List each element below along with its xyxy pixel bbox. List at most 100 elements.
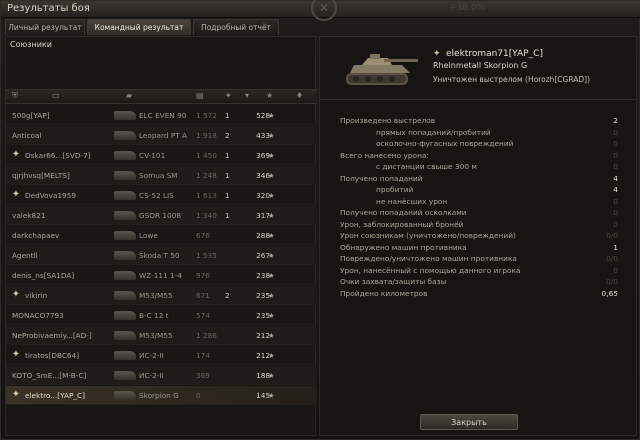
table-row[interactable]: 500g[YAP] ELC EVEN 90 1 572 1 528 ★ xyxy=(6,106,317,125)
stat-value: 1 xyxy=(613,242,618,252)
tab-detailed-report[interactable]: Подробный отчёт xyxy=(193,19,279,35)
star-icon: ★ xyxy=(268,311,275,320)
xp-value: 235 xyxy=(256,311,270,320)
xp-sort-icon[interactable]: ▾ xyxy=(245,91,249,100)
team-heading: Союзники xyxy=(10,40,52,49)
player-name: vikirin xyxy=(25,291,48,300)
stat-row: Очки захвата/защиты базы 0/0 xyxy=(340,277,618,288)
frags-value: 1 xyxy=(225,191,230,200)
squad-sort-icon[interactable]: ⛨ xyxy=(12,91,18,101)
damage-value: 1 535 xyxy=(196,251,217,260)
title-bar: Результаты боя ✕ +38.0% xyxy=(1,0,640,21)
damage-value: 1 450 xyxy=(196,151,217,160)
player-name: KOTO_SmE...[M-B-C] xyxy=(12,371,87,380)
star-icon: ★ xyxy=(268,271,275,280)
tank-icon xyxy=(114,251,136,260)
medal-icon: ✦ xyxy=(11,289,21,300)
xp-value: 145 xyxy=(256,391,270,400)
tank-sort-icon[interactable]: ▰ xyxy=(126,91,132,100)
battle-results-window: Результаты боя ✕ +38.0% Личный результат… xyxy=(0,0,640,440)
stat-value: 0,65 xyxy=(601,288,618,298)
damage-value: 1 286 xyxy=(196,331,217,340)
close-button[interactable]: Закрыть xyxy=(420,414,518,430)
tab-team-result[interactable]: Командный результат xyxy=(87,19,191,35)
tank-icon xyxy=(114,351,136,360)
stat-label: Повреждено/уничтожено машин противника xyxy=(340,254,517,263)
stat-label: Всего нанесено урона: xyxy=(340,150,429,160)
frags-value: 1 xyxy=(225,151,230,160)
player-detail-panel: ✦ elektroman71[YAP_C] Rheinmetall Skorpi… xyxy=(319,36,638,436)
damage-value: 1 572 xyxy=(196,111,217,120)
table-row[interactable]: ✦ DedVova1959 CS-52 LIS 1 613 1 320 ★ xyxy=(6,186,317,205)
medal-icon: ✦ xyxy=(11,349,21,360)
table-row[interactable]: darkchapaev Lowe 676 288 ★ xyxy=(6,226,317,245)
frags-sort-icon[interactable]: ✦ xyxy=(225,91,232,100)
xp-value: 212 xyxy=(256,331,270,340)
tank-name: M53/M55 xyxy=(139,331,173,340)
stat-label: пробитий xyxy=(376,185,414,194)
tank-name: ELC EVEN 90 xyxy=(139,111,187,120)
table-row[interactable]: ✦ vikirin M53/M55 671 2 235 ★ xyxy=(6,286,317,305)
table-row[interactable]: ✦ Oskar66...[SVD-7] CV-101 1 450 1 369 ★ xyxy=(6,146,317,165)
frags-value: 1 xyxy=(225,171,230,180)
damage-sort-icon[interactable]: ▤ xyxy=(196,91,204,100)
tank-name: M53/M55 xyxy=(139,291,173,300)
tank-icon xyxy=(114,331,136,340)
player-name: MONACO7793 xyxy=(12,311,64,320)
table-row[interactable]: qjrjhvsq[MELTS] Somua SM 1 248 1 346 ★ xyxy=(6,166,317,185)
table-row[interactable]: denis_ns[SA1DA] WZ-111 1-4 976 238 ★ xyxy=(6,266,317,285)
table-row[interactable]: valek821 GSOR 1008 1 340 1 317 ★ xyxy=(6,206,317,225)
star-icon: ★ xyxy=(268,391,275,400)
stat-row: осколочно-фугасных повреждений 0 xyxy=(340,139,618,150)
player-name: tiratos[DBC64] xyxy=(25,351,80,360)
tab-personal-result[interactable]: Личный результат xyxy=(5,19,85,35)
stat-row: с дистанции свыше 300 м 0 xyxy=(340,162,618,173)
player-name: NeProbivaemiy...[AD-] xyxy=(12,331,92,340)
star-icon: ★ xyxy=(268,131,275,140)
stat-row: Урон, заблокированный бронёй 0 xyxy=(340,220,618,231)
star-icon: ★ xyxy=(268,291,275,300)
table-row[interactable]: ✦ elektro...[YAP_C] Skorpion G 0 145 ★ xyxy=(6,386,317,405)
stat-row: Получено попаданий осколками 0 xyxy=(340,208,618,219)
stat-label: Урон, нанесённый с помощью данного игрок… xyxy=(340,265,521,275)
stat-row: Пройдено километров 0,65 xyxy=(340,289,618,300)
table-row[interactable]: KOTO_SmE...[M-B-C] ИС-2-II 369 188 ★ xyxy=(6,366,317,385)
star-sort-icon[interactable]: ★ xyxy=(266,91,273,100)
player-name: 500g[YAP] xyxy=(12,111,50,120)
medal-icon: ✦ xyxy=(11,389,21,400)
star-icon: ★ xyxy=(268,111,275,120)
damage-value: 574 xyxy=(196,311,210,320)
stat-value: 4 xyxy=(613,185,618,194)
player-name: valek821 xyxy=(12,211,46,220)
damage-value: 1 918 xyxy=(196,131,217,140)
frags-value: 1 xyxy=(225,111,230,120)
window-close-icon[interactable]: ✕ xyxy=(311,0,337,21)
xp-value: 369 xyxy=(256,151,270,160)
star-icon: ★ xyxy=(268,251,275,260)
player-badge-icon: ✦ xyxy=(433,49,441,59)
medal-sort-icon[interactable]: ♦ xyxy=(296,91,303,100)
stat-label: с дистанции свыше 300 м xyxy=(376,162,477,171)
table-row[interactable]: Agentll Škoda T 50 1 535 267 ★ xyxy=(6,246,317,265)
table-row[interactable]: NeProbivaemiy...[AD-] M53/M55 1 286 212 ★ xyxy=(6,326,317,345)
stat-label: Получено попаданий xyxy=(340,173,423,183)
table-row[interactable]: Anticoal Leopard PT A 1 918 2 433 ★ xyxy=(6,126,317,145)
frags-value: 2 xyxy=(225,131,230,140)
tank-name: Lowe xyxy=(139,231,158,240)
xp-value: 188 xyxy=(256,371,270,380)
damage-value: 676 xyxy=(196,231,210,240)
stat-value: 2 xyxy=(613,116,618,125)
stat-label: прямых попаданий/пробитий xyxy=(376,127,491,137)
tank-icon xyxy=(114,231,136,240)
player-sort-icon[interactable]: ▭ xyxy=(52,91,60,100)
player-name: Oskar66...[SVD-7] xyxy=(25,151,91,160)
xp-value: 433 xyxy=(256,131,270,140)
star-icon: ★ xyxy=(268,371,275,380)
tank-icon xyxy=(114,211,136,220)
table-row[interactable]: ✦ tiratos[DBC64] ИС-2-II 174 212 ★ xyxy=(6,346,317,365)
player-name: denis_ns[SA1DA] xyxy=(12,271,75,280)
table-row[interactable]: MONACO7793 В-С 12 t 574 235 ★ xyxy=(6,306,317,325)
stat-row: Урон, нанесённый с помощью данного игрок… xyxy=(340,266,618,277)
tank-name: ИС-2-II xyxy=(139,351,164,360)
xp-value: 212 xyxy=(256,351,270,360)
